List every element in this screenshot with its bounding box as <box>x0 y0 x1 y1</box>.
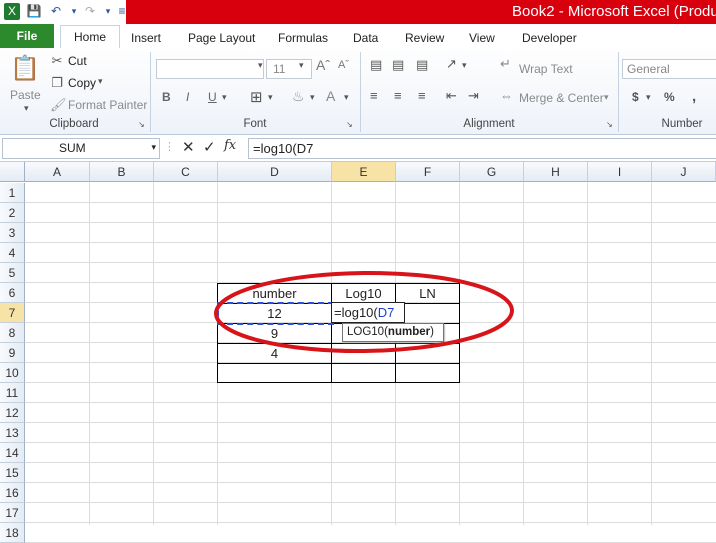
font-size-value: 11 <box>273 62 286 76</box>
undo-dropdown-icon[interactable]: ▾ <box>66 3 82 20</box>
formula-bar: SUM ▾ ⋮ ✕ ✓ fx =log10(D7 <box>0 135 716 162</box>
paste-icon[interactable]: 📋 <box>10 54 40 84</box>
annotation-ellipse <box>214 270 514 354</box>
number-format-box[interactable]: General <box>622 59 716 79</box>
underline-dropdown-icon[interactable]: ▾ <box>222 92 227 103</box>
cut-button[interactable]: Cut <box>68 54 87 68</box>
merge-center-icon[interactable]: ⇔ <box>500 88 513 103</box>
worksheet-grid[interactable]: A B C D E F G H I J 1 2 3 4 5 6 7 8 9 10 11 12 13 14 1… <box>0 162 716 543</box>
merge-dropdown-icon[interactable]: ▾ <box>604 92 609 103</box>
number-group-label: Number <box>661 118 703 130</box>
font-name-box[interactable] <box>156 59 264 79</box>
ribbon: 📋 Paste ▾ ✂ Cut ❐ Copy ▾ 🖌 Format Painte… <box>0 48 716 135</box>
italic-button[interactable]: I <box>186 90 189 104</box>
tab-insert[interactable]: Insert <box>131 28 161 48</box>
align-right-icon[interactable]: ≡ <box>418 88 426 103</box>
title-bar: X 💾 ↶ ▾ ↷ ▾ ≡ Book2 - Microsoft Excel (P… <box>0 0 716 24</box>
name-box-dropdown-icon[interactable]: ▾ <box>151 142 156 153</box>
align-bottom-icon[interactable]: ▤ <box>416 57 428 73</box>
fill-color-icon[interactable]: ♨ <box>292 88 305 105</box>
insert-function-icon[interactable]: fx <box>224 138 236 153</box>
align-center-icon[interactable]: ≡ <box>394 88 402 103</box>
paste-button[interactable]: Paste <box>10 88 41 102</box>
row-header-18[interactable]: 18 <box>0 523 25 543</box>
tab-view[interactable]: View <box>469 28 495 48</box>
enter-icon[interactable]: ✓ <box>203 138 216 156</box>
copy-dropdown-icon[interactable]: ▾ <box>98 76 103 87</box>
save-icon[interactable]: 💾 <box>26 3 42 20</box>
currency-dropdown-icon[interactable]: ▾ <box>646 92 651 103</box>
currency-button[interactable]: $ <box>632 90 639 104</box>
formula-bar-handle-icon[interactable]: ⋮ <box>164 140 175 153</box>
align-middle-icon[interactable]: ▤ <box>392 57 404 73</box>
align-top-icon[interactable]: ▤ <box>370 57 382 73</box>
excel-logo-icon: X <box>4 3 20 20</box>
decrease-indent-icon[interactable]: ⇤ <box>446 88 457 104</box>
formula-text: =log10(D7 <box>253 141 314 156</box>
comma-button[interactable]: , <box>692 88 696 105</box>
wrap-text-button[interactable]: Wrap Text <box>519 62 573 76</box>
increase-indent-icon[interactable]: ⇥ <box>468 88 479 104</box>
underline-button[interactable]: U <box>208 90 217 104</box>
number-format-value: General <box>627 62 670 76</box>
tab-data[interactable]: Data <box>353 28 378 48</box>
format-painter-button[interactable]: Format Painter <box>68 98 147 112</box>
paste-dropdown-icon[interactable]: ▾ <box>24 103 29 114</box>
clipboard-group-label: Clipboard <box>49 118 99 130</box>
fill-color-dropdown-icon[interactable]: ▾ <box>310 92 315 103</box>
bold-button[interactable]: B <box>162 90 171 104</box>
alignment-launcher-icon[interactable]: ↘ <box>606 120 613 129</box>
wrap-text-icon[interactable]: ↵ <box>500 56 511 72</box>
tab-page-layout[interactable]: Page Layout <box>188 28 255 48</box>
alignment-group-label: Alignment <box>463 118 515 130</box>
tab-formulas[interactable]: Formulas <box>278 28 328 48</box>
font-color-dropdown-icon[interactable]: ▾ <box>344 92 349 103</box>
borders-dropdown-icon[interactable]: ▾ <box>268 92 273 103</box>
font-size-box[interactable]: 11 <box>266 59 312 79</box>
copy-icon[interactable]: ❐ <box>50 75 64 91</box>
tab-review[interactable]: Review <box>405 28 444 48</box>
shrink-font-icon[interactable]: Aˇ <box>338 59 349 71</box>
cancel-icon[interactable]: ✕ <box>182 138 195 156</box>
borders-icon[interactable]: ⊞ <box>250 88 263 106</box>
font-name-dropdown-icon[interactable]: ▾ <box>258 60 263 71</box>
window-title: Book2 - Microsoft Excel (Produ <box>512 3 716 20</box>
copy-button[interactable]: Copy <box>68 76 96 90</box>
align-left-icon[interactable]: ≡ <box>370 88 378 103</box>
clipboard-launcher-icon[interactable]: ↘ <box>138 120 145 129</box>
font-launcher-icon[interactable]: ↘ <box>346 120 353 129</box>
cut-icon[interactable]: ✂ <box>50 53 64 69</box>
name-box-value: SUM <box>59 141 86 155</box>
undo-icon[interactable]: ↶ <box>48 3 64 20</box>
orientation-dropdown-icon[interactable]: ▾ <box>462 60 467 71</box>
tab-developer[interactable]: Developer <box>522 28 577 48</box>
name-box[interactable]: SUM ▾ <box>2 138 160 159</box>
percent-button[interactable]: % <box>664 90 675 104</box>
redo-icon[interactable]: ↷ <box>82 3 98 20</box>
formula-input[interactable]: =log10(D7 <box>248 138 716 159</box>
orientation-icon[interactable]: ↗ <box>446 56 457 72</box>
font-size-dropdown-icon[interactable]: ▾ <box>299 60 304 71</box>
ribbon-tabs: File Home Insert Page Layout Formulas Da… <box>0 24 716 49</box>
tab-file[interactable]: File <box>0 24 54 48</box>
grow-font-icon[interactable]: Aˆ <box>316 57 330 73</box>
font-color-icon[interactable]: A <box>326 88 335 104</box>
tab-home[interactable]: Home <box>60 25 120 49</box>
format-painter-icon[interactable]: 🖌 <box>50 97 67 113</box>
font-group-label: Font <box>243 118 267 130</box>
merge-center-button[interactable]: Merge & Center <box>519 91 604 105</box>
